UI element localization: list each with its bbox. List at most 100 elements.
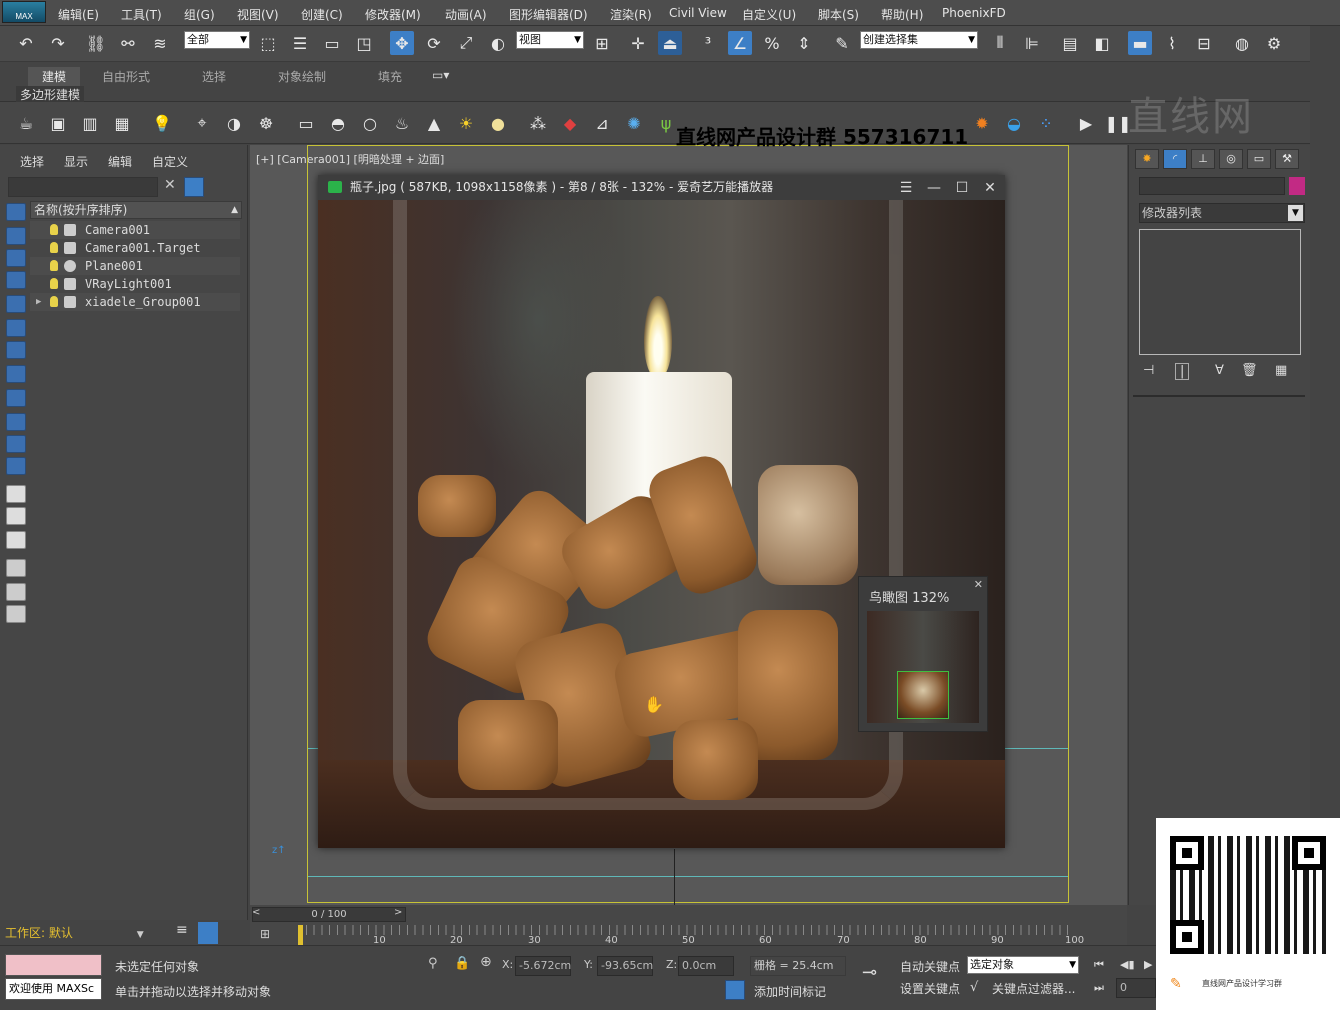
previous-frame-icon[interactable]: ◀▮ bbox=[1120, 958, 1135, 971]
vray-icon[interactable]: ☸ bbox=[254, 111, 278, 135]
display-bones-icon[interactable] bbox=[6, 413, 26, 431]
display-cameras-icon[interactable] bbox=[6, 295, 26, 313]
close-icon[interactable]: ✕ bbox=[980, 178, 1000, 198]
unlink-icon[interactable]: ⚯ bbox=[116, 31, 140, 55]
mini-curve-editor-icon[interactable]: ⊞ bbox=[260, 927, 270, 941]
schematic-view-icon[interactable]: ⊟ bbox=[1192, 31, 1216, 55]
clear-icon[interactable]: ✕ bbox=[164, 177, 176, 193]
window-crossing-icon[interactable]: ◳ bbox=[352, 31, 376, 55]
ribbon-tab-selection[interactable]: 选择 bbox=[202, 68, 226, 85]
edit-named-selection-icon[interactable]: ✎ bbox=[830, 31, 854, 55]
toggle-ribbon-icon[interactable]: ▬ bbox=[1128, 31, 1152, 55]
menu-civil-view[interactable]: Civil View bbox=[669, 6, 727, 20]
spinner-snap-icon[interactable]: ⇕ bbox=[792, 31, 816, 55]
key-filters-button[interactable]: 关键点过滤器... bbox=[992, 980, 1075, 997]
mirror-icon[interactable]: ⫴ bbox=[988, 31, 1012, 55]
motion-tab-icon[interactable]: ◎ bbox=[1219, 149, 1243, 169]
play-animation-icon[interactable]: ▶ bbox=[1144, 958, 1152, 971]
proxy-icon[interactable]: ◆ bbox=[558, 111, 582, 135]
key-mode-icon[interactable]: ⏭ bbox=[1094, 981, 1104, 995]
redo-icon[interactable]: ↷ bbox=[46, 31, 70, 55]
display-helpers-icon[interactable] bbox=[6, 319, 26, 337]
ribbon-tab-freeform[interactable]: 自由形式 bbox=[102, 68, 150, 85]
reference-coord-dropdown[interactable]: 视图 ▼ bbox=[516, 31, 584, 49]
current-frame-field[interactable]: 0 bbox=[1116, 978, 1156, 998]
display-tab-icon[interactable]: ▭ bbox=[1247, 149, 1271, 169]
menu-icon[interactable]: ☰ bbox=[896, 178, 916, 198]
rect-selection-icon[interactable]: ▭ bbox=[320, 31, 344, 55]
filter-icon[interactable] bbox=[184, 177, 204, 197]
explorer-tab-display[interactable]: 显示 bbox=[64, 153, 88, 170]
align-icon[interactable]: ⊫ bbox=[1020, 31, 1044, 55]
close-icon[interactable]: ✕ bbox=[974, 578, 983, 591]
tree-item-group[interactable]: ▶ xiadele_Group001 bbox=[30, 293, 240, 311]
display-none-icon[interactable] bbox=[6, 203, 26, 221]
menu-customize[interactable]: 自定义(U) bbox=[742, 6, 796, 23]
set-key-button[interactable]: 设置关键点 bbox=[900, 980, 960, 997]
snap-toggle-icon[interactable]: ³ bbox=[696, 31, 720, 55]
plane-icon[interactable]: ⊿ bbox=[590, 111, 614, 135]
tree-item-camera[interactable]: Camera001 bbox=[30, 221, 240, 239]
play-icon[interactable]: ▶ bbox=[1074, 111, 1098, 135]
menu-tools[interactable]: 工具(T) bbox=[121, 6, 162, 23]
menu-graph-editors[interactable]: 图形编辑器(D) bbox=[509, 6, 588, 23]
prev-frame-icon[interactable]: < bbox=[252, 907, 260, 918]
camera-icon[interactable]: ⌖ bbox=[190, 111, 214, 135]
viewer-title-bar[interactable]: 瓶子.jpg ( 587KB, 1098x1158像素 ) - 第8 / 8张 … bbox=[318, 175, 1005, 200]
select-object-icon[interactable]: ⬚ bbox=[256, 31, 280, 55]
modify-tab-icon[interactable]: ◜ bbox=[1163, 149, 1187, 169]
material-editor-icon[interactable]: ◍ bbox=[1230, 31, 1254, 55]
timeline[interactable]: 0 / 100 < > ⊞ 10 20 30 40 50 60 70 80 90… bbox=[250, 905, 1127, 947]
menu-edit[interactable]: 编辑(E) bbox=[58, 6, 99, 23]
visibility-icon[interactable] bbox=[50, 260, 58, 271]
create-tab-icon[interactable]: ✸ bbox=[1135, 149, 1159, 169]
lock-cell-icon[interactable] bbox=[6, 605, 26, 623]
display-shapes-icon[interactable] bbox=[6, 249, 26, 267]
hierarchy-icon[interactable] bbox=[198, 922, 218, 944]
dome-light-icon[interactable]: ◓ bbox=[326, 111, 350, 135]
layers-icon[interactable]: ≡ bbox=[176, 922, 194, 942]
minimize-icon[interactable]: — bbox=[924, 178, 944, 198]
percent-snap-icon[interactable]: % bbox=[760, 31, 784, 55]
visibility-icon[interactable] bbox=[50, 242, 58, 253]
pivot-center-icon[interactable]: ⊞ bbox=[590, 31, 614, 55]
sphere-light-icon[interactable]: ◑ bbox=[222, 111, 246, 135]
lock-icon[interactable]: 🔒 bbox=[454, 956, 470, 971]
pause-icon[interactable]: ❚❚ bbox=[1105, 111, 1132, 135]
explorer-tab-edit[interactable]: 编辑 bbox=[108, 153, 132, 170]
time-tag-icon[interactable] bbox=[725, 980, 745, 1000]
visibility-icon[interactable] bbox=[50, 278, 58, 289]
visibility-icon[interactable] bbox=[50, 296, 58, 307]
explorer-search-input[interactable] bbox=[8, 177, 158, 197]
select-by-name-icon[interactable]: ☰ bbox=[288, 31, 312, 55]
auto-key-button[interactable]: 自动关键点 bbox=[900, 958, 960, 975]
ambient-light-icon[interactable]: ● bbox=[486, 111, 510, 135]
angle-snap-icon[interactable]: ∠ bbox=[728, 31, 752, 55]
select-rotate-icon[interactable]: ⟳ bbox=[422, 31, 446, 55]
menu-animation[interactable]: 动画(A) bbox=[445, 6, 487, 23]
utilities-tab-icon[interactable]: ⚒ bbox=[1275, 149, 1299, 169]
maxscript-listener[interactable] bbox=[5, 954, 102, 976]
ribbon-sub-polygon-modeling[interactable]: 多边形建模 bbox=[16, 86, 85, 103]
fur-icon[interactable]: ⁂ bbox=[526, 111, 550, 135]
key-icon[interactable]: ⊸ bbox=[862, 962, 877, 983]
tree-item-camera-target[interactable]: Camera001.Target bbox=[30, 239, 240, 257]
workspace-selector[interactable]: 工作区: 默认 ▼ bbox=[5, 924, 144, 941]
tree-item-vraylight[interactable]: VRayLight001 bbox=[30, 275, 240, 293]
bind-space-warp-icon[interactable]: ≋ bbox=[148, 31, 172, 55]
display-xrefs-icon[interactable] bbox=[6, 389, 26, 407]
time-marker[interactable] bbox=[298, 925, 303, 947]
absolute-mode-icon[interactable]: ⊕ bbox=[480, 954, 492, 970]
display-spacewarps-icon[interactable] bbox=[6, 341, 26, 359]
render-table-icon[interactable]: ▥ bbox=[78, 111, 102, 135]
mesh-light-icon[interactable]: ♨ bbox=[390, 111, 414, 135]
ribbon-tab-object-paint[interactable]: 对象绘制 bbox=[278, 68, 326, 85]
tree-item-plane[interactable]: Plane001 bbox=[30, 257, 240, 275]
expand-icon[interactable]: ▶ bbox=[36, 293, 41, 311]
maxscript-mini-listener[interactable]: 欢迎使用 MAXSc bbox=[5, 978, 102, 1000]
display-groups-icon[interactable] bbox=[6, 365, 26, 383]
navigator-panel[interactable]: 鸟瞰图 132% ✕ bbox=[858, 576, 988, 732]
render-setup-icon[interactable]: ⚙ bbox=[1262, 31, 1286, 55]
keyboard-shortcut-icon[interactable]: ⏏ bbox=[658, 31, 682, 55]
sphere-icon[interactable]: ○ bbox=[358, 111, 382, 135]
